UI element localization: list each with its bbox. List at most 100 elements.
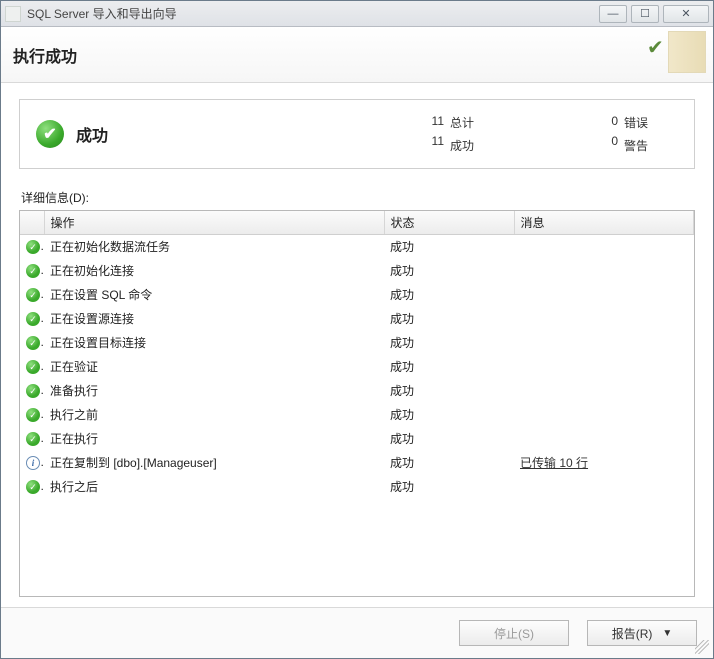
row-icon-cell: ✓ xyxy=(20,331,44,355)
status-cell: 成功 xyxy=(384,235,514,259)
resize-grip-icon[interactable] xyxy=(695,640,709,654)
status-cell: 成功 xyxy=(384,475,514,499)
status-cell: 成功 xyxy=(384,355,514,379)
table-row[interactable]: ✓ 正在验证成功 xyxy=(20,355,694,379)
operation-cell: 正在设置目标连接 xyxy=(44,331,384,355)
titlebar[interactable]: SQL Server 导入和导出向导 — ☐ ✕ xyxy=(1,1,713,27)
success-icon: ✓ xyxy=(26,384,40,398)
message-cell xyxy=(514,403,694,427)
status-cell: 成功 xyxy=(384,427,514,451)
caret-down-icon: ▼ xyxy=(662,628,672,639)
message-cell xyxy=(514,331,694,355)
report-button[interactable]: 报告(R) ▼ xyxy=(587,620,697,646)
table-row[interactable]: ✓正在执行成功 xyxy=(20,427,694,451)
status-cell: 成功 xyxy=(384,283,514,307)
wizard-window: SQL Server 导入和导出向导 — ☐ ✕ 执行成功 ✔ ✔ 成功 11 … xyxy=(0,0,714,659)
stat-group-left: 11 11 总计 成功 xyxy=(400,114,494,154)
details-table-container[interactable]: 操作 状态 消息 ✓正在初始化数据流任务成功✓正在初始化连接成功✓正在设置 SQ… xyxy=(19,210,695,597)
col-icon-header[interactable] xyxy=(20,211,44,235)
operation-cell: 正在设置 SQL 命令 xyxy=(44,283,384,307)
footer: 停止(S) 报告(R) ▼ xyxy=(1,607,713,658)
stat-group-right: 0 0 错误 警告 xyxy=(574,114,668,154)
operation-cell: 正在验证 xyxy=(44,355,384,379)
col-message-header[interactable]: 消息 xyxy=(514,211,694,235)
message-cell xyxy=(514,283,694,307)
warning-label: 警告 xyxy=(624,137,668,154)
operation-cell: 准备执行 xyxy=(44,379,384,403)
check-icon: ✔ xyxy=(647,35,664,60)
table-row[interactable]: ✓ 正在设置目标连接成功 xyxy=(20,331,694,355)
message-cell xyxy=(514,259,694,283)
info-icon: i xyxy=(26,456,40,470)
success-icon: ✓ xyxy=(26,240,40,254)
minimize-button[interactable]: — xyxy=(599,5,627,23)
table-row[interactable]: ✓ 准备执行成功 xyxy=(20,379,694,403)
success-icon: ✓ xyxy=(26,312,40,326)
table-row[interactable]: ✓ 正在设置 SQL 命令成功 xyxy=(20,283,694,307)
col-operation-header[interactable]: 操作 xyxy=(44,211,384,235)
table-row[interactable]: i 正在复制到 [dbo].[Manageuser]成功已传输 10 行 xyxy=(20,451,694,475)
operation-cell: 正在初始化数据流任务 xyxy=(44,235,384,259)
status-cell: 成功 xyxy=(384,451,514,475)
status-cell: 成功 xyxy=(384,307,514,331)
error-label: 错误 xyxy=(624,114,668,131)
stop-button: 停止(S) xyxy=(459,620,569,646)
row-icon-cell: ✓ xyxy=(20,379,44,403)
row-icon-cell: i xyxy=(20,451,44,475)
operation-cell: 执行之前 xyxy=(44,403,384,427)
message-cell xyxy=(514,379,694,403)
header-graphic: ✔ xyxy=(647,31,707,79)
success-icon: ✓ xyxy=(26,264,40,278)
success-icon: ✓ xyxy=(26,408,40,422)
operation-cell: 正在设置源连接 xyxy=(44,307,384,331)
message-cell xyxy=(514,475,694,499)
header-deco-icon xyxy=(668,31,706,73)
message-cell xyxy=(514,235,694,259)
warning-count: 0 xyxy=(574,134,618,148)
status-cell: 成功 xyxy=(384,331,514,355)
table-row[interactable]: ✓执行之后成功 xyxy=(20,475,694,499)
success-icon: ✓ xyxy=(26,480,40,494)
summary-panel: ✔ 成功 11 11 总计 成功 0 0 xyxy=(19,99,695,169)
total-count: 11 xyxy=(400,114,444,128)
message-cell xyxy=(514,307,694,331)
success-icon: ✓ xyxy=(26,336,40,350)
page-header: 执行成功 ✔ xyxy=(1,27,713,83)
row-icon-cell: ✓ xyxy=(20,355,44,379)
error-count: 0 xyxy=(574,114,618,128)
report-button-label: 报告(R) xyxy=(612,625,653,642)
close-button[interactable]: ✕ xyxy=(663,5,709,23)
stop-button-label: 停止(S) xyxy=(494,625,534,642)
row-icon-cell: ✓ xyxy=(20,235,44,259)
maximize-button[interactable]: ☐ xyxy=(631,5,659,23)
operation-cell: 正在复制到 [dbo].[Manageuser] xyxy=(44,451,384,475)
row-icon-cell: ✓ xyxy=(20,475,44,499)
content-area: ✔ 成功 11 11 总计 成功 0 0 xyxy=(1,83,713,607)
total-label: 总计 xyxy=(450,114,494,131)
status-cell: 成功 xyxy=(384,259,514,283)
page-title: 执行成功 xyxy=(13,43,77,67)
table-row[interactable]: ✓ 正在初始化连接成功 xyxy=(20,259,694,283)
table-row[interactable]: ✓执行之前成功 xyxy=(20,403,694,427)
row-icon-cell: ✓ xyxy=(20,307,44,331)
message-link[interactable]: 已传输 10 行 xyxy=(520,456,588,470)
footer-wrap: 停止(S) 报告(R) ▼ xyxy=(1,607,713,658)
window-title: SQL Server 导入和导出向导 xyxy=(27,5,599,22)
operation-cell: 正在初始化连接 xyxy=(44,259,384,283)
table-row[interactable]: ✓ 正在设置源连接成功 xyxy=(20,307,694,331)
success-icon: ✓ xyxy=(26,432,40,446)
table-row[interactable]: ✓ 正在初始化数据流任务成功 xyxy=(20,235,694,259)
success-count: 11 xyxy=(400,134,444,148)
col-status-header[interactable]: 状态 xyxy=(384,211,514,235)
details-table: 操作 状态 消息 ✓正在初始化数据流任务成功✓正在初始化连接成功✓正在设置 SQ… xyxy=(20,211,694,499)
success-icon: ✓ xyxy=(26,288,40,302)
success-icon: ✓ xyxy=(26,360,40,374)
summary-stats: 11 11 总计 成功 0 0 错误 警告 xyxy=(400,114,678,154)
message-cell[interactable]: 已传输 10 行 xyxy=(514,451,694,475)
window-buttons: — ☐ ✕ xyxy=(599,5,709,23)
success-icon: ✔ xyxy=(36,120,64,148)
details-label: 详细信息(D): xyxy=(21,189,695,206)
summary-status: 成功 xyxy=(76,122,108,146)
status-cell: 成功 xyxy=(384,379,514,403)
row-icon-cell: ✓ xyxy=(20,427,44,451)
